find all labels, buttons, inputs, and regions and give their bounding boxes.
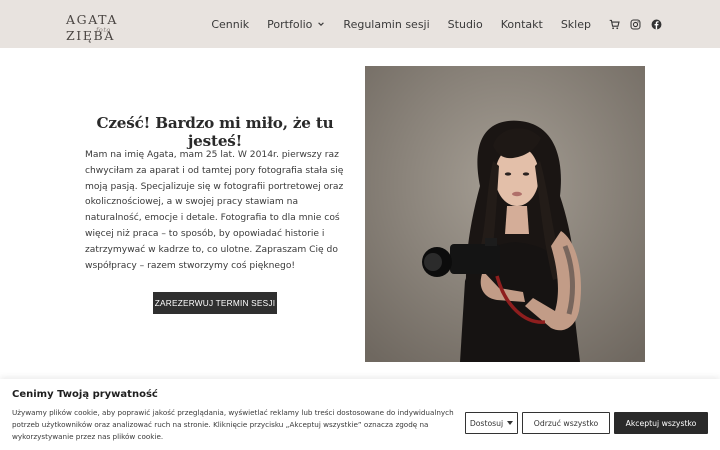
cookie-description: Używamy plików cookie, aby poprawić jako…	[12, 408, 454, 441]
nav-item-regulamin[interactable]: Regulamin sesji	[343, 18, 429, 31]
caret-down-icon	[507, 421, 514, 425]
nav-item-sklep[interactable]: Sklep	[561, 18, 591, 31]
customize-button[interactable]: Dostosuj	[465, 412, 518, 434]
chevron-down-icon	[318, 22, 325, 26]
customize-label: Dostosuj	[469, 418, 504, 428]
cart-icon[interactable]	[609, 19, 620, 30]
cookie-banner: Cenimy Twoją prywatność Używamy plików c…	[0, 379, 720, 450]
nav-item-studio[interactable]: Studio	[448, 18, 483, 31]
site-logo[interactable]: AGATA ZIĘBA foto	[66, 12, 150, 43]
instagram-icon[interactable]	[630, 19, 641, 30]
nav-item-kontakt[interactable]: Kontakt	[501, 18, 543, 31]
nav-item-cennik[interactable]: Cennik	[211, 18, 249, 31]
nav-item-portfolio[interactable]: Portfolio	[267, 18, 325, 31]
nav-item-portfolio-label: Portfolio	[267, 17, 313, 31]
bio-paragraph: Mam na imię Agata, mam 25 lat. W 2014r. …	[85, 150, 344, 271]
facebook-icon[interactable]	[651, 19, 662, 30]
site-header: AGATA ZIĘBA foto Cennik Portfolio Regula…	[0, 0, 720, 48]
cookie-title: Cenimy Twoją prywatność	[12, 389, 158, 400]
accept-all-button[interactable]: Akceptuj wszystko	[614, 412, 708, 434]
portrait-photo	[365, 66, 645, 362]
logo-signature: foto	[96, 26, 111, 34]
greeting-heading: Cześć! Bardzo mi miło, że tu jesteś!	[96, 114, 334, 150]
main-nav: Cennik Portfolio Regulamin sesji Studio …	[211, 0, 662, 48]
book-session-button[interactable]: ZAREZERWUJ TERMIN SESJI	[153, 292, 277, 314]
reject-all-button[interactable]: Odrzuć wszystko	[522, 412, 610, 434]
